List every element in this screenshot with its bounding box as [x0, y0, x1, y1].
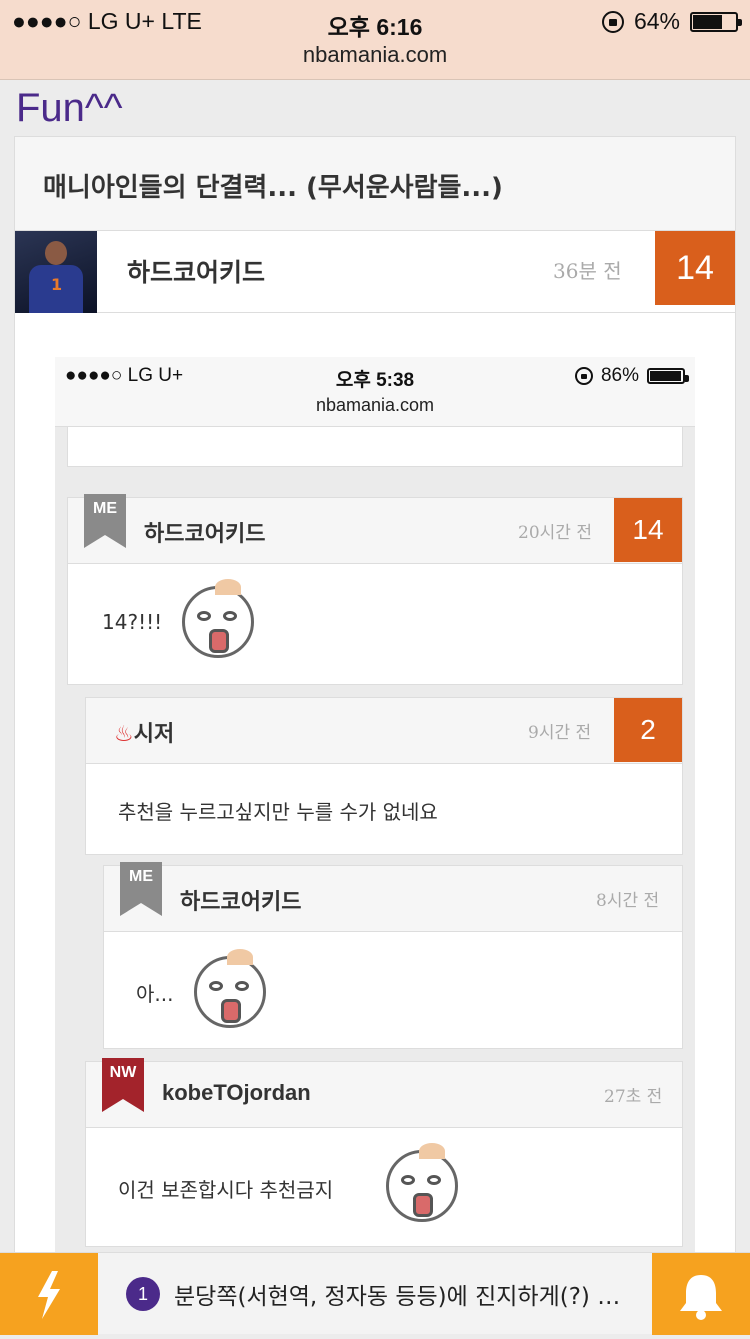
section-title: Fun^^ [16, 86, 123, 130]
emoticon-angry-icon [182, 579, 254, 658]
comment: ME 하드코어키드 20시간 전 14 14?!!! [67, 494, 683, 685]
comment-reply: ♨시저 9시간 전 2 추천을 누르고싶지만 누를 수가 없네요 [85, 697, 683, 855]
comment-header: NW kobeTOjordan 27초 전 [86, 1058, 682, 1128]
comment-time: 20시간 전 [518, 523, 592, 543]
ticker-number: 1 [126, 1277, 160, 1311]
inner-status-bar: ●●●●○ LG U+ 오후 5:38 86% nbamania.com [55, 357, 695, 427]
notification-button[interactable] [652, 1253, 750, 1335]
emoticon-shocked-icon [194, 949, 266, 1028]
comment-count-badge[interactable]: 2 [614, 698, 682, 762]
lightning-icon [38, 1271, 60, 1319]
news-ticker[interactable]: 1 분당쪽(서현역, 정자동 등등)에 진지하게(?) … [126, 1277, 632, 1311]
hot-spring-icon: ♨ [114, 722, 134, 747]
battery-icon [690, 11, 742, 32]
inner-address-bar: nbamania.com [315, 395, 435, 415]
address-bar[interactable]: nbamania.com [0, 42, 750, 68]
comment-header: ♨시저 9시간 전 2 [86, 698, 682, 764]
comment-body: 추천을 누르고싶지만 누를 수가 없네요 [118, 800, 438, 824]
comment-header: ME 하드코어키드 20시간 전 14 [68, 494, 682, 564]
comment-author[interactable]: 하드코어키드 [144, 516, 265, 548]
post-time: 36분 전 [553, 259, 622, 283]
comment-author[interactable]: ♨시저 [114, 716, 174, 748]
comment-header: ME 하드코어키드 8시간 전 [104, 862, 682, 932]
comment-reply: ME 하드코어키드 8시간 전 아... [103, 862, 683, 1049]
comment-count-badge[interactable]: 14 [614, 498, 682, 562]
comment-reply: NW kobeTOjordan 27초 전 이건 보존합시다 추천금지 [85, 1058, 683, 1247]
emoticon-crying-icon [386, 1143, 458, 1222]
comment-body: 14?!!! [102, 610, 163, 634]
comment-body: 이건 보존합시다 추천금지 [118, 1178, 334, 1202]
post-title: 매니아인들의 단결력... (무서운사람들...) [15, 137, 735, 231]
status-bar: ●●●●○ LG U+ LTE 오후 6:16 64% nbamania.com [0, 0, 750, 80]
inner-rotation-lock-icon [574, 367, 593, 385]
comment-body: 아... [136, 982, 174, 1006]
comment-author-name: 시저 [133, 722, 175, 747]
me-badge: ME [120, 862, 162, 916]
embedded-screenshot: ●●●●○ LG U+ 오후 5:38 86% nbamania.com ME … [55, 357, 695, 1267]
rotation-lock-icon [601, 10, 624, 33]
post-author-row: 1 하드코어키드 36분 전 14 [15, 231, 735, 313]
nw-badge: NW [102, 1058, 144, 1112]
inner-battery-icon [647, 368, 689, 384]
comment-author[interactable]: kobeTOjordan [162, 1080, 311, 1106]
comment-author[interactable]: 하드코어키드 [180, 884, 301, 916]
flash-button[interactable] [0, 1253, 98, 1335]
inner-status-right: 86% [574, 365, 689, 387]
bell-icon [680, 1275, 722, 1320]
battery-percent: 64% [633, 8, 680, 34]
ticker-text: 분당쪽(서현역, 정자동 등등)에 진지하게(?) … [174, 1284, 621, 1310]
inner-battery-percent: 86% [600, 365, 639, 386]
status-right: 64% [601, 8, 742, 35]
comment-time: 9시간 전 [528, 723, 592, 743]
me-badge: ME [84, 494, 126, 548]
avatar[interactable]: 1 [15, 231, 97, 313]
recommend-count-badge[interactable]: 14 [655, 231, 735, 305]
comment-time: 27초 전 [604, 1087, 663, 1107]
post-author[interactable]: 하드코어키드 [127, 253, 265, 289]
post-card: 매니아인들의 단결력... (무서운사람들...) 1 하드코어키드 36분 전… [14, 136, 736, 1267]
bottom-bar: 1 분당쪽(서현역, 정자동 등등)에 진지하게(?) … [0, 1252, 750, 1335]
comment-time: 8시간 전 [596, 891, 660, 911]
